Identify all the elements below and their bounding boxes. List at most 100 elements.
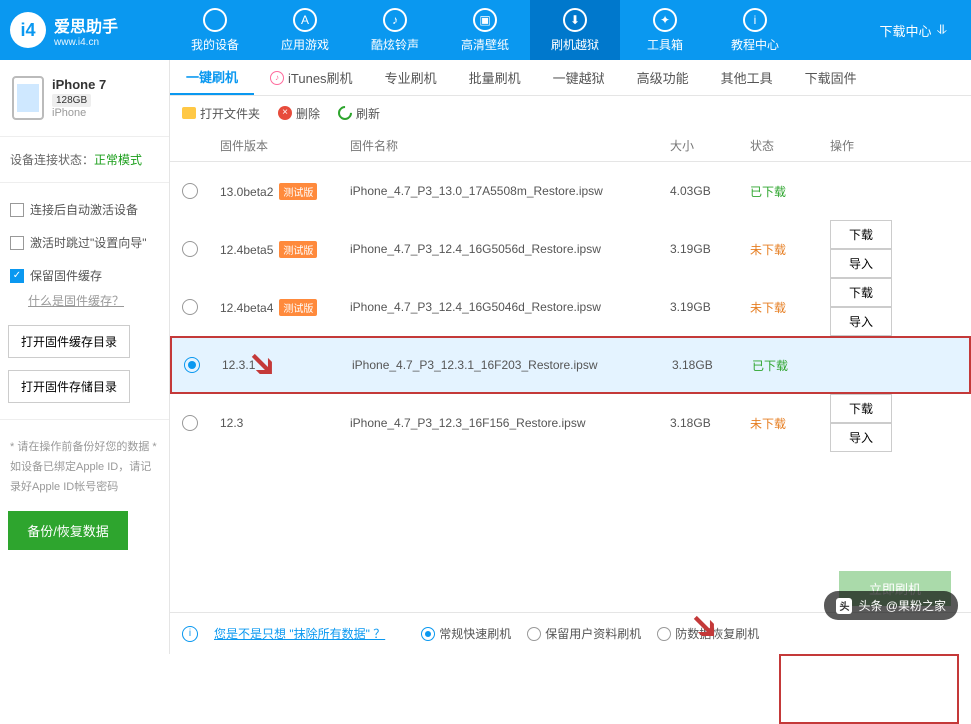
cell-size: 3.19GB (670, 242, 750, 256)
refresh-icon (335, 103, 355, 123)
sidebar: iPhone 7 128GB iPhone 设备连接状态：正常模式 连接后自动激… (0, 60, 170, 654)
download-button[interactable]: 下载 (830, 394, 892, 423)
tips-text: * 请在操作前备份好您的数据 * 如设备已绑定Apple ID，请记录好Appl… (8, 430, 161, 505)
nav-icon: ✦ (653, 8, 677, 32)
cell-size: 3.18GB (672, 358, 752, 372)
firmware-table: 固件版本 固件名称 大小 状态 操作 13.0beta2测试版iPhone_4.… (170, 130, 971, 612)
tab-3[interactable]: 批量刷机 (453, 60, 537, 95)
info-icon: i (182, 626, 198, 642)
watermark: 头 头条 @果粉之家 (824, 591, 958, 620)
nav-icon: ▣ (473, 8, 497, 32)
cell-size: 3.18GB (670, 416, 750, 430)
tab-2[interactable]: 专业刷机 (369, 60, 453, 95)
itunes-icon: ♪ (270, 71, 284, 85)
radio-icon[interactable] (182, 299, 198, 315)
nav-icon: ♪ (383, 8, 407, 32)
nav-item-3[interactable]: ▣高清壁纸 (440, 0, 530, 60)
tab-0[interactable]: 一键刷机 (170, 60, 254, 95)
radio-icon (657, 627, 671, 641)
cell-version: 12.4beta4 (220, 301, 273, 315)
cell-status: 未下载 (750, 415, 830, 432)
table-row[interactable]: 12.4beta4测试版iPhone_4.7_P3_12.4_16G5046d_… (170, 278, 971, 336)
radio-icon[interactable] (182, 183, 198, 199)
folder-icon (182, 107, 196, 119)
device-name: iPhone 7 (52, 77, 106, 92)
nav-item-4[interactable]: ⬇刷机越狱 (530, 0, 620, 60)
cell-status: 未下载 (750, 299, 830, 316)
radio-icon[interactable] (182, 415, 198, 431)
table-header: 固件版本 固件名称 大小 状态 操作 (170, 130, 971, 162)
brand-name: 爱思助手 (54, 13, 118, 37)
sidebar-checkbox-1[interactable]: 激活时跳过"设置向导" (8, 226, 161, 259)
cell-size: 3.19GB (670, 300, 750, 314)
logo-icon: i4 (10, 12, 46, 48)
main-panel: 一键刷机♪iTunes刷机专业刷机批量刷机一键越狱高级功能其他工具下载固件 打开… (170, 60, 971, 654)
nav-item-5[interactable]: ✦工具箱 (620, 0, 710, 60)
erase-data-link[interactable]: 您是不是只想 "抹除所有数据" ？ (214, 625, 385, 642)
cache-help-link[interactable]: 什么是固件缓存？ (8, 292, 161, 309)
radio-icon (421, 627, 435, 641)
beta-badge: 测试版 (279, 299, 317, 316)
download-icon: ⥥ (938, 22, 947, 38)
cell-status: 已下载 (750, 183, 830, 200)
phone-icon (12, 76, 44, 120)
import-button[interactable]: 导入 (830, 307, 892, 336)
radio-icon[interactable] (184, 357, 200, 373)
cell-name: iPhone_4.7_P3_12.4_16G5056d_Restore.ipsw (350, 242, 670, 256)
top-bar: i4 爱思助手 www.i4.cn 我的设备A应用游戏♪酷炫铃声▣高清壁纸⬇刷机… (0, 0, 971, 60)
tab-7[interactable]: 下载固件 (789, 60, 873, 95)
connection-status: 设备连接状态：正常模式 (8, 147, 161, 172)
table-row[interactable]: 13.0beta2测试版iPhone_4.7_P3_13.0_17A5508m_… (170, 162, 971, 220)
checkbox-icon (10, 203, 24, 217)
device-capacity: 128GB (52, 94, 91, 107)
table-row[interactable]: 12.4beta5 测试版 iPhone_4.7_P3_12.4_16G5056d_… (170, 220, 971, 278)
nav-icon: i (743, 8, 767, 32)
brand-url: www.i4.cn (54, 37, 118, 48)
cell-status: 已下载 (752, 357, 832, 374)
tab-bar: 一键刷机♪iTunes刷机专业刷机批量刷机一键越狱高级功能其他工具下载固件 (170, 60, 971, 96)
sidebar-button-0[interactable]: 打开固件缓存目录 (8, 325, 130, 358)
main-nav: 我的设备A应用游戏♪酷炫铃声▣高清壁纸⬇刷机越狱✦工具箱i教程中心 (170, 0, 866, 60)
tab-1[interactable]: ♪iTunes刷机 (254, 60, 369, 95)
tab-4[interactable]: 一键越狱 (537, 60, 621, 95)
watermark-icon: 头 (836, 598, 852, 614)
download-button[interactable]: 下载 (830, 278, 892, 307)
delete-button[interactable]: ×删除 (278, 105, 320, 122)
nav-item-1[interactable]: A应用游戏 (260, 0, 350, 60)
nav-item-0[interactable]: 我的设备 (170, 0, 260, 60)
beta-badge: 测试版 (279, 241, 317, 258)
sidebar-button-1[interactable]: 打开固件存储目录 (8, 370, 130, 403)
footer-option-0[interactable]: 常规快速刷机 (421, 625, 511, 642)
checkbox-icon (10, 236, 24, 250)
tab-5[interactable]: 高级功能 (621, 60, 705, 95)
annotation-highlight-box (779, 654, 959, 724)
logo-area: i4 爱思助手 www.i4.cn (0, 12, 170, 48)
cell-version: 12.4beta5 (220, 243, 273, 257)
nav-icon (203, 8, 227, 32)
footer-option-1[interactable]: 保留用户资料刷机 (527, 625, 641, 642)
download-button[interactable]: 下载 (830, 220, 892, 249)
table-row[interactable]: 12.3 iPhone_4.7_P3_12.3_16F156_Restore.ip… (170, 394, 971, 452)
nav-item-2[interactable]: ♪酷炫铃声 (350, 0, 440, 60)
open-folder-button[interactable]: 打开文件夹 (182, 105, 260, 122)
checkbox-icon: ✓ (10, 269, 24, 283)
download-center-button[interactable]: 下载中心⥥ (866, 15, 961, 46)
cell-version: 12.3 (220, 416, 243, 430)
backup-restore-button[interactable]: 备份/恢复数据 (8, 511, 128, 550)
import-button[interactable]: 导入 (830, 423, 892, 452)
tab-6[interactable]: 其他工具 (705, 60, 789, 95)
beta-badge: 测试版 (279, 183, 317, 200)
cell-name: iPhone_4.7_P3_12.3.1_16F203_Restore.ipsw (352, 358, 672, 372)
refresh-button[interactable]: 刷新 (338, 105, 380, 122)
table-row[interactable]: 12.3.1iPhone_4.7_P3_12.3.1_16F203_Restor… (170, 336, 971, 394)
radio-icon[interactable] (182, 241, 198, 257)
sidebar-checkbox-0[interactable]: 连接后自动激活设备 (8, 193, 161, 226)
cell-size: 4.03GB (670, 184, 750, 198)
nav-item-6[interactable]: i教程中心 (710, 0, 800, 60)
cell-name: iPhone_4.7_P3_13.0_17A5508m_Restore.ipsw (350, 184, 670, 198)
device-card[interactable]: iPhone 7 128GB iPhone (8, 70, 161, 126)
cell-status: 未下载 (750, 241, 830, 258)
cell-name: iPhone_4.7_P3_12.3_16F156_Restore.ipsw (350, 416, 670, 430)
sidebar-checkbox-2[interactable]: ✓保留固件缓存 (8, 259, 161, 292)
import-button[interactable]: 导入 (830, 249, 892, 278)
